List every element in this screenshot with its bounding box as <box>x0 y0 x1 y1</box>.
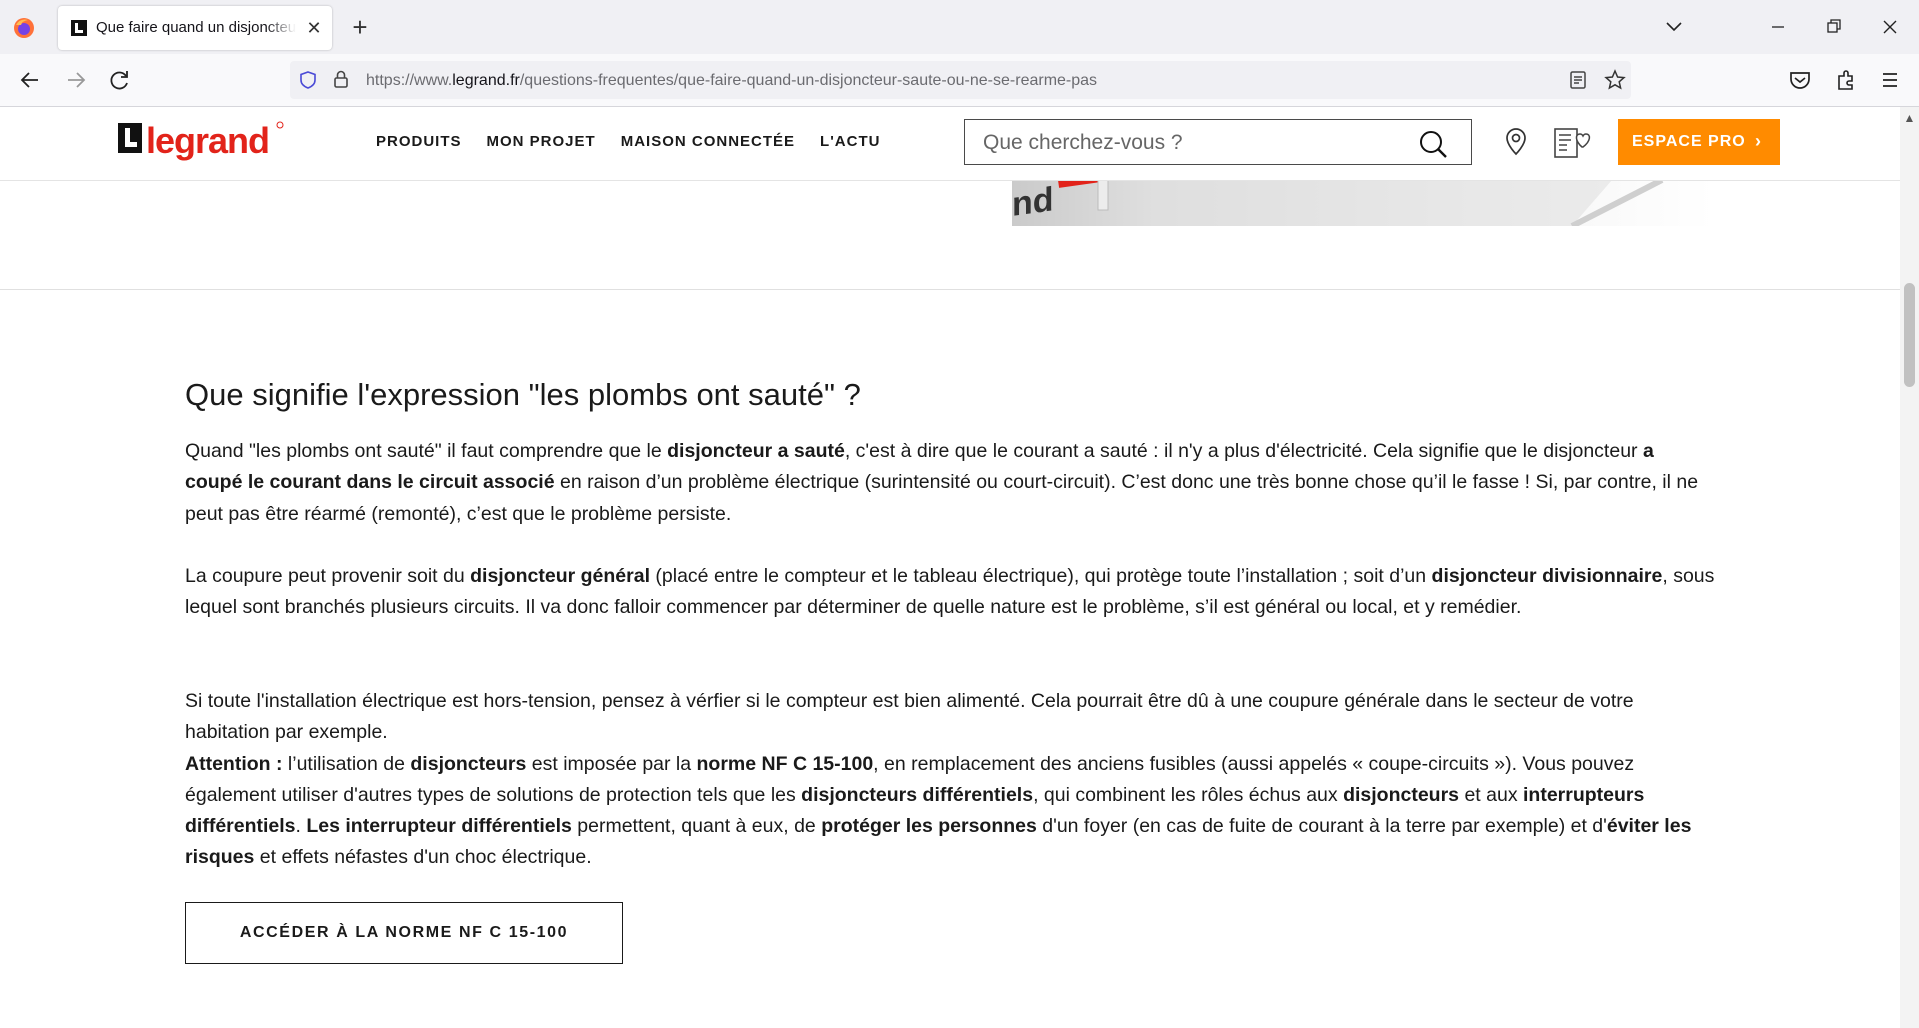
address-bar[interactable]: https://www.legrand.fr/questions-frequen… <box>290 61 1631 99</box>
article-heading: Que signifie l'expression "les plombs on… <box>185 377 861 412</box>
app-menu-icon[interactable] <box>1874 66 1906 94</box>
site-header: legrand PRODUITS MON PROJET MAISON CONNE… <box>0 107 1900 181</box>
scrollbar-thumb[interactable] <box>1904 283 1915 387</box>
legrand-logo-mark: legrand <box>118 120 284 161</box>
bold-text: disjoncteurs différentiels <box>801 783 1034 806</box>
bold-text: protéger les personnes <box>821 815 1037 838</box>
paragraph-1: Quand "les plombs ont sauté" il faut com… <box>185 436 1715 530</box>
text-run: Si toute l'installation électrique est h… <box>185 690 1634 744</box>
lock-icon[interactable] <box>332 69 350 89</box>
norme-nfc-15-100-button[interactable]: ACCÉDER À LA NORME NF C 15-100 <box>185 902 623 964</box>
close-window-icon[interactable] <box>1874 12 1906 42</box>
text-run: et aux <box>1459 783 1523 806</box>
bold-text: norme NF C 15-100 <box>696 752 874 775</box>
reload-icon[interactable] <box>104 66 136 94</box>
product-banner-image: nd <box>1012 180 1714 226</box>
forward-arrow-icon[interactable] <box>60 66 92 94</box>
text-run: , c'est à dire que le courant a sauté : … <box>844 440 1643 462</box>
search-icon[interactable] <box>1417 128 1449 160</box>
menu-item-actu[interactable]: L'ACTU <box>820 133 880 150</box>
text-run: l’utilisation de <box>282 752 411 775</box>
bookmark-star-icon[interactable] <box>1604 69 1626 91</box>
pocket-icon[interactable] <box>1784 66 1816 94</box>
tab-close-icon[interactable]: ✕ <box>302 16 326 40</box>
menu-item-produits[interactable]: PRODUITS <box>376 133 462 150</box>
article-content: Que signifie l'expression "les plombs on… <box>185 377 1715 964</box>
section-divider <box>0 289 1900 290</box>
extensions-icon[interactable] <box>1830 66 1862 94</box>
wishlist-icon[interactable] <box>1553 125 1593 161</box>
espace-pro-label: ESPACE PRO <box>1632 133 1746 150</box>
scroll-up-arrow-icon[interactable]: ▲ <box>1902 111 1917 125</box>
logo-text: legrand <box>146 120 269 161</box>
url-text[interactable]: https://www.legrand.fr/questions-frequen… <box>366 72 1097 90</box>
bold-text: disjoncteur a sauté <box>667 440 845 462</box>
legrand-logo[interactable]: legrand <box>118 119 288 166</box>
text-run: (placé entre le compteur et le tableau é… <box>650 565 1432 587</box>
new-tab-icon[interactable]: + <box>346 14 374 42</box>
page-scrollbar[interactable]: ▲ <box>1900 107 1919 1028</box>
browser-tab-active[interactable]: Que faire quand un disjoncteur saute ou … <box>58 6 332 50</box>
text-run: permettent, quant à eux, de <box>571 815 822 838</box>
chevron-right-icon: › <box>1755 131 1762 151</box>
site-search-box <box>964 119 1472 165</box>
bold-text: Attention : <box>185 752 283 775</box>
bold-text: disjoncteurs <box>410 752 527 775</box>
bold-text: disjoncteurs <box>1343 783 1460 806</box>
paragraph-3: Si toute l'installation électrique est h… <box>185 686 1715 874</box>
svg-text:nd: nd <box>1012 180 1054 224</box>
restore-icon[interactable] <box>1818 12 1850 42</box>
menu-item-mon-projet[interactable]: MON PROJET <box>487 133 596 150</box>
bold-text: Les interrupteur différentiels <box>306 815 572 838</box>
legrand-favicon-icon <box>71 20 87 36</box>
paragraph-2: La coupure peut provenir soit du disjonc… <box>185 561 1715 624</box>
tab-title: Que faire quand un disjoncteur saute ou … <box>96 19 296 36</box>
store-locator-pin-icon[interactable] <box>1504 127 1528 157</box>
site-search-input[interactable] <box>981 130 1405 156</box>
browser-navigation-bar: https://www.legrand.fr/questions-frequen… <box>0 54 1919 107</box>
browser-tab-strip: Que faire quand un disjoncteur saute ou … <box>0 0 1919 54</box>
banner-product-illustration: nd <box>1012 180 1664 226</box>
bold-text: disjoncteur général <box>470 565 650 587</box>
menu-item-maison-connectee[interactable]: MAISON CONNECTÉE <box>621 133 795 150</box>
text-run: d'un foyer (en cas de fuite de courant à… <box>1036 815 1607 838</box>
main-menu: PRODUITS MON PROJET MAISON CONNECTÉE L'A… <box>376 133 880 150</box>
firefox-icon[interactable] <box>12 16 36 40</box>
bold-text: disjoncteur divisionnaire <box>1431 565 1663 587</box>
reader-view-icon[interactable] <box>1568 70 1588 90</box>
shield-icon[interactable] <box>298 70 318 90</box>
web-page: legrand PRODUITS MON PROJET MAISON CONNE… <box>0 107 1900 1028</box>
espace-pro-button[interactable]: ESPACE PRO › <box>1618 119 1780 165</box>
minimize-icon[interactable] <box>1762 12 1794 42</box>
text-run: et effets néfastes d'un choc électrique. <box>254 846 592 869</box>
back-arrow-icon[interactable] <box>14 66 46 94</box>
list-all-tabs-icon[interactable] <box>1658 12 1690 42</box>
text-run: . <box>295 815 307 838</box>
text-run: , qui combinent les rôles échus aux <box>1033 783 1344 806</box>
text-run: Quand "les plombs ont sauté" il faut com… <box>185 440 668 462</box>
text-run: est imposée par la <box>526 752 697 775</box>
text-run: La coupure peut provenir soit du <box>185 565 471 587</box>
